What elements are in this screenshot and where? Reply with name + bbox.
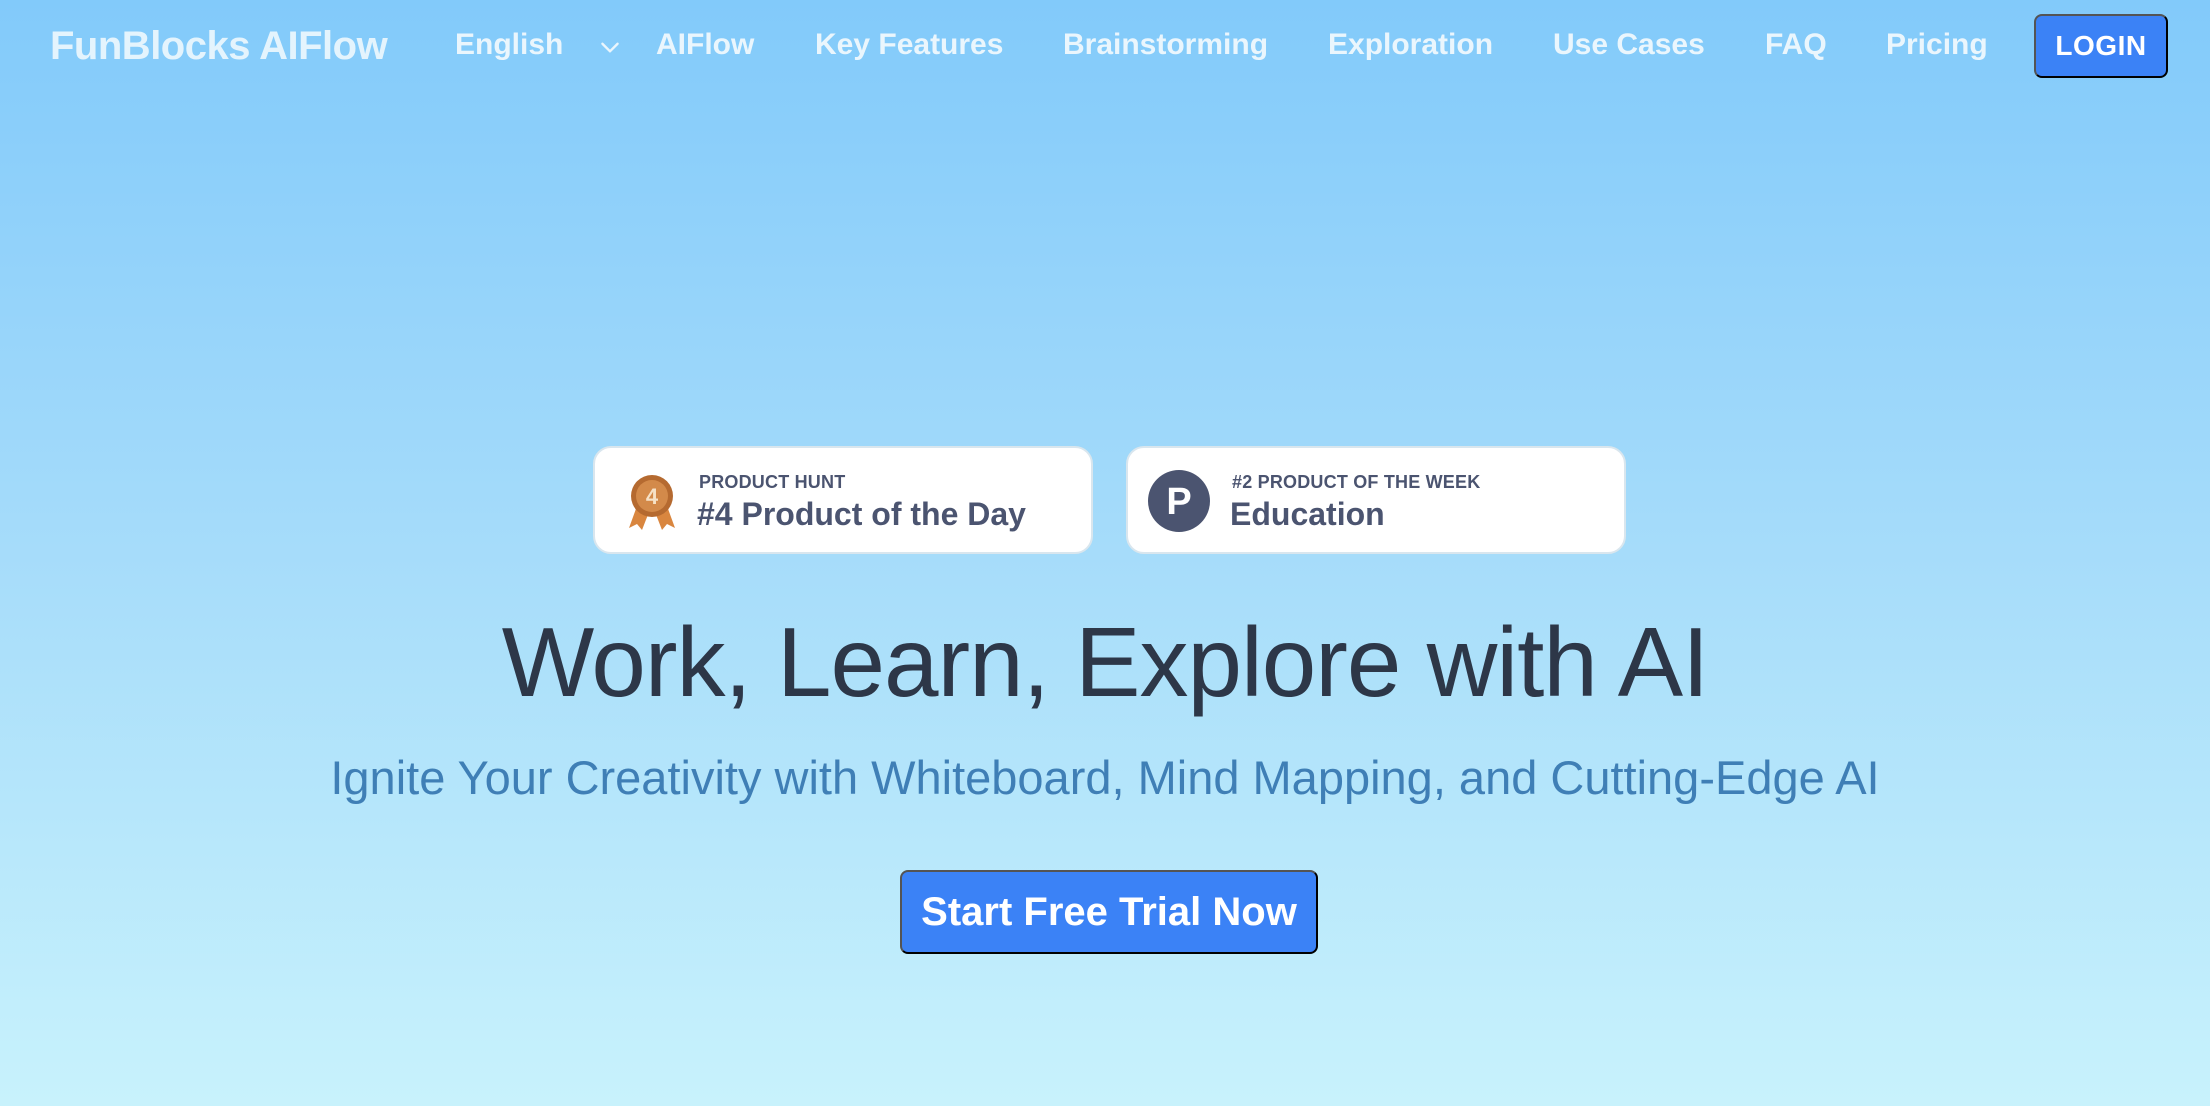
top-navbar: FunBlocks AIFlow English AIFlow Key Feat… [0, 0, 2210, 92]
medal-icon: 4 [629, 475, 675, 530]
nav-link-aiflow[interactable]: AIFlow [656, 28, 754, 62]
nav-link-faq[interactable]: FAQ [1765, 28, 1827, 62]
nav-link-exploration[interactable]: Exploration [1328, 28, 1493, 62]
product-hunt-letter: P [1166, 481, 1191, 523]
product-hunt-week-badge[interactable]: P #2 PRODUCT OF THE WEEK Education [1126, 446, 1626, 554]
badge-title: Education [1230, 496, 1385, 532]
medal-number: 4 [646, 484, 659, 509]
language-select[interactable]: English [455, 28, 619, 62]
nav-link-use-cases[interactable]: Use Cases [1553, 28, 1705, 62]
product-hunt-day-badge[interactable]: 4 PRODUCT HUNT #4 Product of the Day [593, 446, 1093, 554]
nav-link-key-features[interactable]: Key Features [815, 28, 1003, 62]
start-free-trial-button[interactable]: Start Free Trial Now [900, 870, 1318, 954]
language-select-label: English [455, 28, 564, 61]
hero-subtitle: Ignite Your Creativity with Whiteboard, … [330, 751, 1880, 804]
badge-kicker: PRODUCT HUNT [699, 472, 846, 492]
badge-title: #4 Product of the Day [697, 496, 1026, 532]
chevron-down-icon [601, 42, 619, 53]
nav-link-brainstorming[interactable]: Brainstorming [1063, 28, 1268, 62]
product-hunt-icon: P [1148, 470, 1210, 532]
login-button[interactable]: LOGIN [2034, 14, 2168, 78]
hero-title: Work, Learn, Explore with AI [501, 607, 1710, 717]
nav-link-pricing[interactable]: Pricing [1886, 28, 1988, 62]
brand-logo-text[interactable]: FunBlocks AIFlow [50, 24, 388, 69]
badge-kicker: #2 PRODUCT OF THE WEEK [1232, 472, 1481, 492]
